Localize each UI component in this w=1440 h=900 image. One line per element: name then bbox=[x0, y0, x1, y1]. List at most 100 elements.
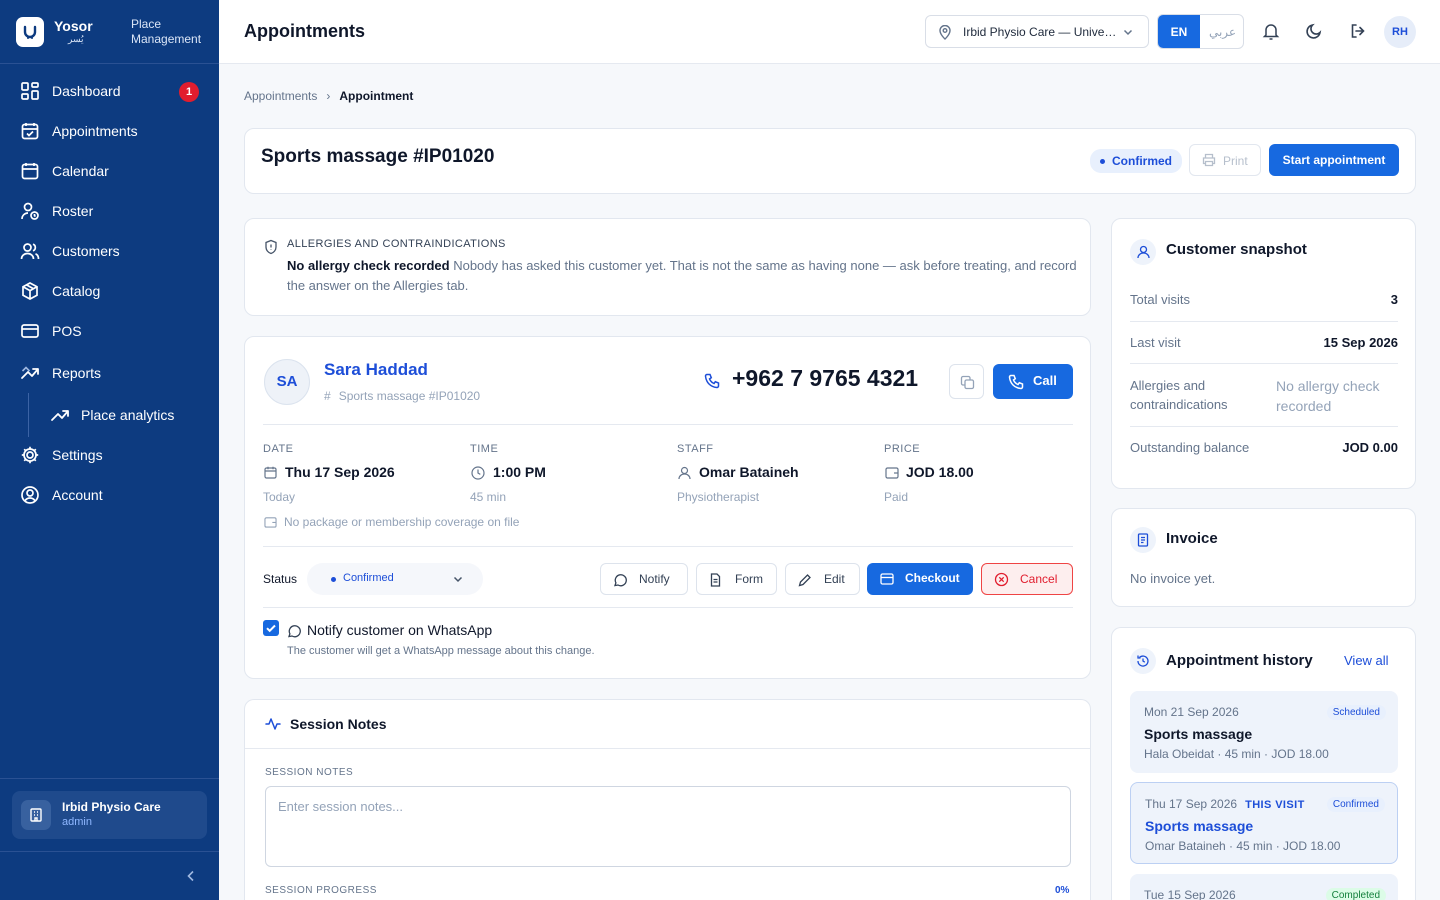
notify-button[interactable]: Notify bbox=[600, 563, 688, 595]
price-label: PRICE bbox=[884, 443, 921, 455]
sidebar-item-label: Customers bbox=[52, 243, 120, 259]
sidebar-item-catalog[interactable]: Catalog bbox=[0, 273, 219, 309]
user-avatar[interactable]: RH bbox=[1384, 16, 1416, 48]
date-sub: Today bbox=[263, 490, 296, 504]
form-button[interactable]: Form bbox=[696, 563, 777, 595]
history-item-current[interactable]: Thu 17 Sep 2026 THIS VISIT Confirmed Spor… bbox=[1130, 782, 1398, 864]
history-item[interactable]: Tue 15 Sep 2026 Completed bbox=[1130, 874, 1398, 900]
topbar: Appointments Irbid Physio Care — Univers… bbox=[219, 0, 1440, 64]
breadcrumb-current: Appointment bbox=[339, 89, 414, 103]
sidebar-item-label: Calendar bbox=[52, 163, 109, 179]
sidebar-item-label: Reports bbox=[52, 365, 102, 381]
customer-name-link[interactable]: Sara Haddad bbox=[324, 360, 428, 380]
lang-en-button[interactable]: EN bbox=[1158, 15, 1200, 48]
sidebar-divider bbox=[0, 851, 219, 852]
duration: 45 min bbox=[470, 490, 507, 504]
place-role: admin bbox=[62, 816, 92, 828]
phone-icon bbox=[1008, 374, 1024, 390]
breadcrumb: Appointments › Appointment bbox=[244, 89, 413, 103]
allergy-alert: ALLERGIES AND CONTRAINDICATIONS No aller… bbox=[244, 218, 1091, 316]
history-item[interactable]: Mon 21 Sep 2026 Scheduled Sports massage… bbox=[1130, 691, 1398, 773]
pencil-icon bbox=[798, 574, 811, 587]
sidebar-item-label: Roster bbox=[52, 203, 94, 219]
staff-value: Omar Bataineh bbox=[699, 464, 799, 480]
credit-card-icon bbox=[880, 573, 894, 585]
sidebar-item-reports[interactable]: Reports bbox=[0, 355, 219, 391]
moon-icon[interactable] bbox=[1305, 22, 1323, 40]
calendar-icon bbox=[264, 466, 277, 479]
language-toggle: EN عربي bbox=[1157, 14, 1244, 49]
cancel-button[interactable]: Cancel bbox=[981, 563, 1073, 595]
status-badge: Confirmed bbox=[1090, 149, 1182, 173]
date-label: DATE bbox=[263, 443, 294, 455]
allergy-title: ALLERGIES AND CONTRAINDICATIONS bbox=[287, 238, 506, 250]
history-icon bbox=[1130, 648, 1156, 674]
brand[interactable]: Yosor يُسر Place Management bbox=[16, 17, 206, 49]
snapshot-row: Allergies and contraindications No aller… bbox=[1130, 376, 1398, 416]
date-value: Thu 17 Sep 2026 bbox=[285, 464, 395, 480]
session-notes-input[interactable]: Enter session notes... bbox=[265, 786, 1071, 867]
print-button[interactable]: Print bbox=[1189, 144, 1261, 176]
bell-icon[interactable] bbox=[1262, 22, 1280, 41]
allergy-message: No allergy check recorded Nobody has ask… bbox=[287, 256, 1077, 296]
snapshot-value: 15 Sep 2026 bbox=[1323, 335, 1398, 350]
call-button[interactable]: Call bbox=[993, 364, 1073, 399]
history-meta: Hala Obeidat · 45 min · JOD 18.00 bbox=[1144, 747, 1329, 761]
history-service: Sports massage bbox=[1144, 726, 1253, 742]
shield-icon bbox=[265, 239, 277, 255]
divider bbox=[1130, 363, 1398, 364]
breadcrumb-parent[interactable]: Appointments bbox=[244, 89, 317, 103]
sidebar-item-pos[interactable]: POS bbox=[0, 313, 219, 349]
sidebar-item-appointments[interactable]: Appointments bbox=[0, 113, 219, 149]
wallet-icon bbox=[885, 467, 899, 479]
users-icon bbox=[20, 243, 40, 260]
sidebar-item-place-analytics[interactable]: Place analytics bbox=[0, 397, 219, 433]
brand-subtitle-text: Place Management bbox=[131, 17, 202, 46]
sidebar: Yosor يُسر Place Management Dashboard 1 … bbox=[0, 0, 219, 900]
copy-phone-button[interactable] bbox=[949, 364, 984, 399]
edit-label: Edit bbox=[824, 572, 845, 586]
calendar-check-icon bbox=[21, 123, 39, 140]
chevron-left-icon[interactable] bbox=[185, 869, 197, 883]
sidebar-item-customers[interactable]: Customers bbox=[0, 233, 219, 269]
invoice-card: Invoice No invoice yet. bbox=[1111, 508, 1416, 607]
chevron-up-icon[interactable] bbox=[20, 363, 32, 375]
box-icon bbox=[22, 282, 38, 300]
dashboard-icon bbox=[21, 82, 39, 100]
sidebar-item-account[interactable]: Account bbox=[0, 477, 219, 513]
place-switcher[interactable]: Irbid Physio Care admin bbox=[12, 791, 207, 839]
start-appointment-button[interactable]: Start appointment bbox=[1269, 144, 1399, 176]
whatsapp-notify-checkbox[interactable] bbox=[263, 620, 279, 636]
history-meta: Omar Bataineh · 45 min · JOD 18.00 bbox=[1145, 839, 1341, 853]
appointment-title: Sports massage #IP01020 bbox=[261, 146, 495, 167]
gear-icon bbox=[21, 446, 39, 464]
divider bbox=[263, 607, 1073, 608]
sidebar-divider bbox=[0, 63, 219, 64]
location-select[interactable]: Irbid Physio Care — University Street bbox=[925, 15, 1149, 48]
view-all-link[interactable]: View all bbox=[1344, 653, 1389, 668]
snapshot-row: Outstanding balance JOD 0.00 bbox=[1130, 440, 1398, 460]
lang-ar-button[interactable]: عربي bbox=[1200, 15, 1243, 48]
snapshot-key: Last visit bbox=[1130, 335, 1181, 350]
sidebar-item-roster[interactable]: Roster bbox=[0, 193, 219, 229]
history-status-badge: Scheduled bbox=[1326, 705, 1386, 720]
divider bbox=[245, 748, 1090, 749]
sidebar-item-dashboard[interactable]: Dashboard 1 bbox=[0, 73, 219, 109]
checkout-button[interactable]: Checkout bbox=[867, 563, 973, 595]
status-select[interactable]: Confirmed bbox=[307, 563, 483, 595]
edit-button[interactable]: Edit bbox=[785, 563, 860, 595]
sidebar-item-label: Settings bbox=[52, 447, 103, 463]
snapshot-key: Outstanding balance bbox=[1130, 440, 1250, 455]
sidebar-item-settings[interactable]: Settings bbox=[0, 437, 219, 473]
status-select-value: Confirmed bbox=[343, 572, 394, 584]
history-status-badge: Completed bbox=[1325, 888, 1386, 900]
divider bbox=[263, 424, 1073, 425]
customer-snapshot-title: Customer snapshot bbox=[1166, 241, 1307, 258]
logout-icon[interactable] bbox=[1349, 22, 1367, 40]
appointment-history: Appointment history View all Mon 21 Sep … bbox=[1111, 627, 1416, 900]
appointment-header: Sports massage #IP01020 Confirmed Print … bbox=[244, 128, 1416, 194]
history-status-badge: Confirmed bbox=[1326, 797, 1385, 812]
sidebar-item-calendar[interactable]: Calendar bbox=[0, 153, 219, 189]
hash-icon: # bbox=[324, 389, 331, 403]
appointment-details: SA Sara Haddad # Sports massage #IP01020 … bbox=[244, 336, 1091, 679]
